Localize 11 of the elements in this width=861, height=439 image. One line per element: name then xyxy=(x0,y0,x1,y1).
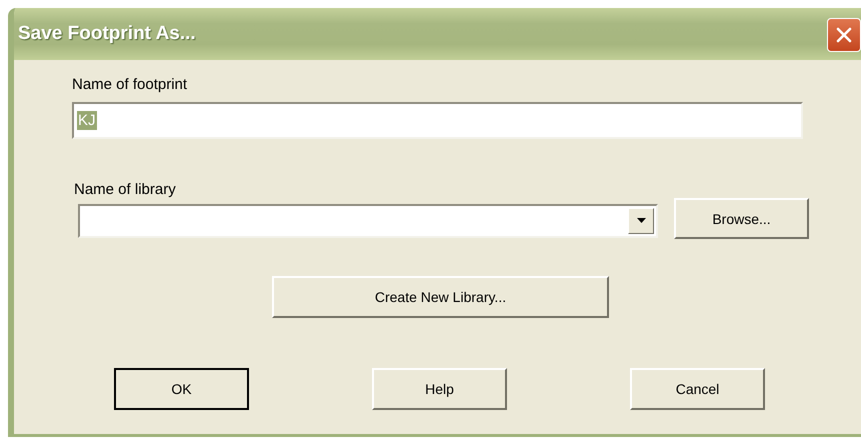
field-value: KJ xyxy=(77,111,97,130)
create-library-button[interactable]: Create New Library... xyxy=(272,276,609,318)
dialog-button[interactable]: OK xyxy=(114,368,249,410)
field-label: Name of library xyxy=(74,181,177,198)
browse-button[interactable]: Browse... xyxy=(674,198,809,239)
dialog-button[interactable]: Cancel xyxy=(630,368,765,410)
close-icon xyxy=(834,25,854,45)
window-title: Save Footprint As... xyxy=(18,23,196,45)
field-label: Name of footprint xyxy=(72,76,188,93)
close-button[interactable] xyxy=(827,18,861,52)
dialog-button[interactable]: Help xyxy=(372,368,507,410)
